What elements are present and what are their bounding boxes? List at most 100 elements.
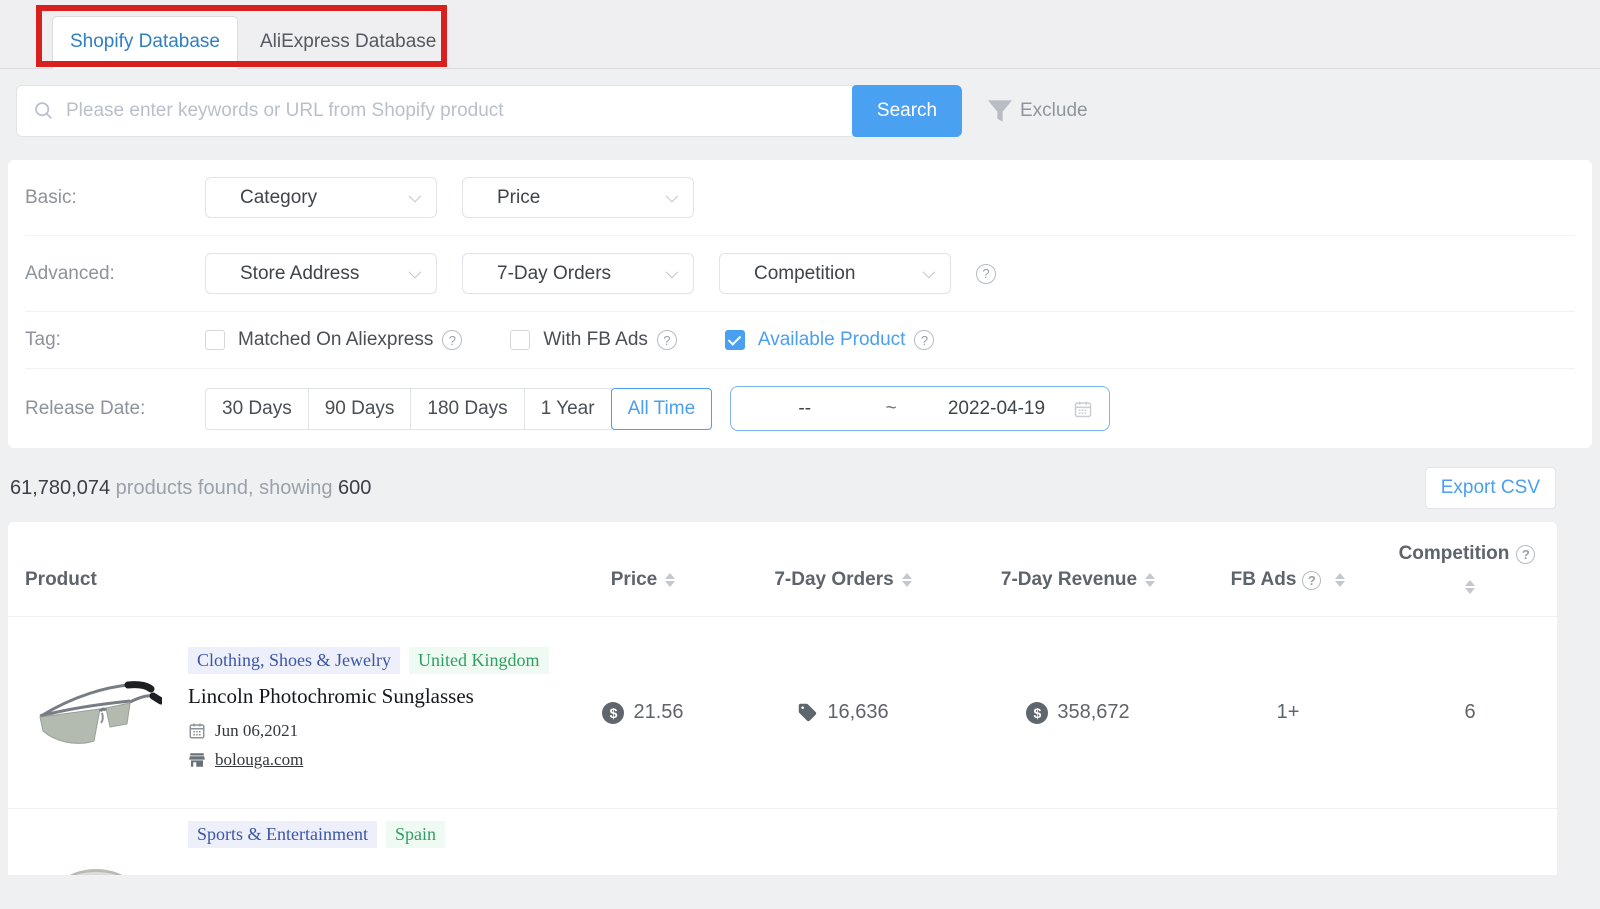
chevron-down-icon (409, 190, 422, 203)
chevron-down-icon (666, 190, 679, 203)
help-icon[interactable] (1302, 571, 1321, 590)
filter-row-basic: Basic: Category Price (25, 160, 1575, 236)
dropdown-7day-orders-label: 7-Day Orders (497, 263, 611, 285)
exclude-filter[interactable]: Exclude (984, 95, 1088, 127)
tab-shopify-database[interactable]: Shopify Database (52, 16, 238, 69)
search-row: Search Exclude (16, 84, 1584, 137)
fb-ads-cell: 1+ (1193, 617, 1383, 808)
dropdown-competition[interactable]: Competition (719, 253, 951, 294)
tab-aliexpress-database[interactable]: AliExpress Database (238, 17, 458, 69)
product-image-sunglasses[interactable] (30, 661, 162, 765)
product-date: Jun 06,2021 (215, 721, 298, 741)
tag-with-fb-ads[interactable]: With FB Ads (510, 329, 677, 351)
orders-value: 16,636 (827, 701, 888, 724)
dropdown-store-address-label: Store Address (240, 263, 359, 285)
date-range-separator: ~ (862, 398, 920, 420)
sort-icon[interactable] (665, 568, 675, 592)
country-badge: Spain (386, 821, 445, 848)
results-count: 61,780,074 (10, 477, 110, 499)
table-row: Clothing, Shoes & Jewelry United Kingdom… (8, 616, 1557, 808)
header-competition[interactable]: Competition (1383, 539, 1557, 599)
dropdown-price[interactable]: Price (462, 177, 694, 218)
header-revenue-label: 7-Day Revenue (1001, 569, 1137, 591)
tag-label: Tag: (25, 329, 205, 351)
header-price[interactable]: Price (563, 546, 723, 592)
category-badge[interactable]: Clothing, Shoes & Jewelry (188, 647, 400, 674)
search-button[interactable]: Search (852, 85, 962, 137)
header-fbads-label: FB Ads (1231, 569, 1297, 591)
help-icon[interactable] (657, 330, 677, 350)
product-cell: Clothing, Shoes & Jewelry United Kingdom… (8, 617, 563, 808)
category-badge[interactable]: Sports & Entertainment (188, 821, 377, 848)
tag-matched-label: Matched On Aliexpress (238, 329, 433, 351)
store-domain-link[interactable]: bolouga.com (215, 750, 303, 770)
dropdown-category[interactable]: Category (205, 177, 437, 218)
orders-cell: 16,636 (723, 617, 963, 808)
sort-icon[interactable] (1335, 568, 1345, 592)
header-7day-orders[interactable]: 7-Day Orders (723, 546, 963, 592)
release-90-days[interactable]: 90 Days (308, 388, 412, 430)
header-orders-label: 7-Day Orders (774, 569, 893, 591)
checkbox-unchecked-icon[interactable] (510, 330, 530, 350)
search-icon (33, 100, 54, 121)
tag-matched-on-aliexpress[interactable]: Matched On Aliexpress (205, 329, 462, 351)
release-30-days[interactable]: 30 Days (205, 388, 309, 430)
dollar-icon (1026, 702, 1048, 724)
chevron-down-icon (666, 266, 679, 279)
sort-icon[interactable] (1145, 568, 1155, 592)
help-icon[interactable] (914, 330, 934, 350)
filter-row-release-date: Release Date: 30 Days 90 Days 180 Days 1… (25, 369, 1575, 448)
release-all-time[interactable]: All Time (611, 388, 713, 430)
release-date-segments: 30 Days 90 Days 180 Days 1 Year All Time (205, 388, 712, 430)
release-180-days[interactable]: 180 Days (410, 388, 524, 430)
header-product-label: Product (25, 569, 97, 591)
store-domain-meta: bolouga.com (188, 750, 558, 770)
help-icon[interactable] (442, 330, 462, 350)
release-date-meta: Jun 06,2021 (188, 721, 558, 741)
help-icon[interactable] (1516, 545, 1535, 564)
revenue-cell: 358,672 (963, 617, 1193, 808)
results-summary: 61,780,074 products found, showing 600 (10, 477, 371, 500)
search-box[interactable] (16, 85, 852, 137)
checkbox-checked-icon[interactable] (725, 330, 745, 350)
calendar-icon (188, 722, 206, 740)
header-competition-label: Competition (1399, 543, 1510, 565)
release-1-year[interactable]: 1 Year (524, 388, 612, 430)
dropdown-7day-orders[interactable]: 7-Day Orders (462, 253, 694, 294)
help-icon[interactable] (976, 264, 996, 284)
funnel-icon (984, 95, 1016, 127)
header-product: Product (8, 547, 563, 591)
exclude-label: Exclude (1020, 100, 1088, 122)
header-fb-ads[interactable]: FB Ads (1193, 546, 1383, 592)
price-cell: 21.56 (563, 617, 723, 808)
date-range-picker[interactable]: -- ~ 2022-04-19 (730, 386, 1110, 431)
results-shown: 600 (338, 477, 371, 499)
search-input[interactable] (66, 100, 836, 122)
competition-cell: 6 (1383, 617, 1557, 808)
sort-icon[interactable] (1465, 575, 1475, 599)
product-image-partial[interactable] (30, 841, 162, 875)
product-title[interactable]: Lincoln Photochromic Sunglasses (188, 684, 558, 709)
export-csv-button[interactable]: Export CSV (1425, 467, 1556, 509)
date-range-start[interactable]: -- (747, 398, 862, 420)
filter-row-tag: Tag: Matched On Aliexpress With FB Ads A… (25, 312, 1575, 369)
date-range-end[interactable]: 2022-04-19 (920, 398, 1073, 420)
dropdown-store-address[interactable]: Store Address (205, 253, 437, 294)
table-row: Sports & Entertainment Spain (8, 808, 1557, 874)
price-value: 21.56 (633, 701, 683, 724)
sort-icon[interactable] (902, 568, 912, 592)
filter-row-advanced: Advanced: Store Address 7-Day Orders Com… (25, 236, 1575, 312)
header-7day-revenue[interactable]: 7-Day Revenue (963, 546, 1193, 592)
header-price-label: Price (611, 569, 657, 591)
fb-ads-value: 1+ (1277, 701, 1300, 724)
tag-icon (797, 702, 818, 723)
checkbox-unchecked-icon[interactable] (205, 330, 225, 350)
competition-value: 6 (1464, 701, 1475, 724)
chevron-down-icon (409, 266, 422, 279)
filter-panel: Basic: Category Price Advanced: Store Ad… (8, 160, 1592, 448)
country-badge: United Kingdom (409, 647, 549, 674)
results-row: 61,780,074 products found, showing 600 E… (10, 466, 1556, 510)
tag-available-product[interactable]: Available Product (725, 329, 935, 351)
tag-fbads-label: With FB Ads (543, 329, 648, 351)
tag-available-label: Available Product (758, 329, 906, 351)
